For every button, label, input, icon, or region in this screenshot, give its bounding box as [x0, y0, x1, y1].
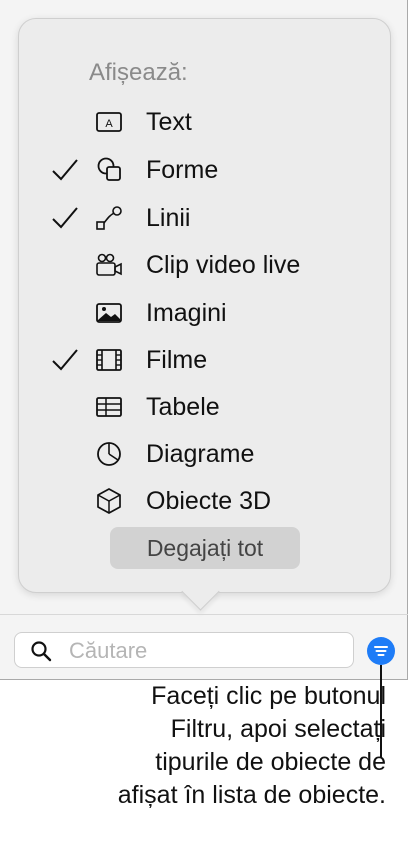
popover-title: Afișează:: [89, 59, 188, 86]
filter-item-label: Tabele: [146, 393, 220, 421]
filter-item-tables[interactable]: Tabele: [49, 385, 389, 429]
cube-3d-icon: [93, 485, 125, 517]
filter-item-label: Forme: [146, 156, 219, 184]
caption-line: Filtru, apoi selectați: [170, 715, 386, 743]
callout-caption: Faceți clic pe butonul Filtru, apoi sele…: [26, 680, 386, 812]
filter-item-label: Filme: [146, 346, 208, 374]
filter-button[interactable]: [367, 637, 395, 665]
lines-icon: [93, 202, 125, 234]
search-icon: [29, 639, 53, 663]
search-placeholder: Căutare: [69, 638, 148, 663]
checkmark-icon: [49, 202, 81, 234]
filter-item-label: Text: [146, 108, 192, 136]
show-filter-popover: Afișează: A Text Forme Linii Clip video …: [18, 18, 391, 593]
chart-icon: [93, 438, 125, 470]
object-list-panel: Afișează: A Text Forme Linii Clip video …: [0, 0, 408, 680]
caption-line: Faceți clic pe butonul: [151, 682, 386, 710]
table-icon: [93, 391, 125, 423]
video-camera-icon: [93, 249, 125, 281]
image-icon: [93, 297, 125, 329]
deselect-all-button[interactable]: Degajați tot: [110, 527, 300, 569]
filter-item-label: Linii: [146, 204, 191, 232]
checkmark-icon: [49, 344, 81, 376]
filter-item-charts[interactable]: Diagrame: [49, 432, 389, 476]
checkmark-icon: [49, 154, 81, 186]
filter-item-label: Clip video live: [146, 251, 301, 279]
filter-item-label: Imagini: [146, 299, 227, 327]
caption-line: afișat în lista de obiecte.: [117, 781, 386, 809]
text-box-icon: A: [93, 106, 125, 138]
svg-text:A: A: [105, 118, 113, 130]
filter-item-live-video[interactable]: Clip video live: [49, 243, 389, 287]
filter-icon: [374, 646, 388, 656]
filter-item-lines[interactable]: Linii: [49, 196, 389, 240]
filter-item-text[interactable]: A Text: [49, 100, 389, 144]
divider: [0, 614, 408, 615]
filter-item-3d-objects[interactable]: Obiecte 3D: [49, 479, 389, 523]
filter-item-movies[interactable]: Filme: [49, 338, 389, 382]
filter-item-images[interactable]: Imagini: [49, 291, 389, 335]
search-field[interactable]: Căutare: [14, 632, 354, 668]
filter-item-shapes[interactable]: Forme: [49, 148, 389, 192]
filter-item-label: Diagrame: [146, 440, 255, 468]
caption-line: tipurile de obiecte de: [155, 748, 386, 776]
shapes-icon: [93, 154, 125, 186]
film-icon: [93, 344, 125, 376]
filter-item-label: Obiecte 3D: [146, 487, 272, 515]
